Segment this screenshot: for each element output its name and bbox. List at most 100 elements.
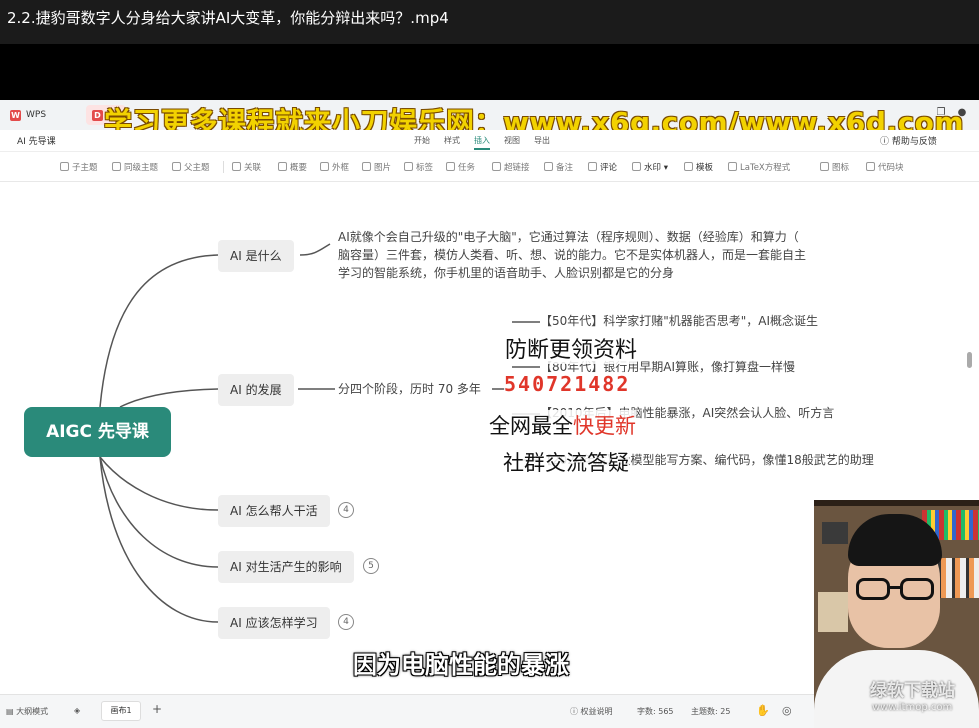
insert-toolbar: 子主题 同级主题 父主题 关联 概要 外框 图片 标签 任务 超链接 备注 评论… bbox=[0, 152, 979, 182]
toolbar-label: 模板 bbox=[696, 163, 714, 173]
toolbar-label: 水印 bbox=[644, 163, 662, 173]
toolbar-watermark[interactable]: 水印 ▾ bbox=[632, 161, 668, 173]
toolbar-task[interactable]: 任务 bbox=[446, 161, 475, 173]
info-icon: ⓘ bbox=[570, 707, 581, 716]
toolbar-label: 概要 bbox=[290, 163, 308, 173]
collapsed-count-badge[interactable]: 4 bbox=[338, 502, 354, 518]
toolbar-parent-topic[interactable]: 父主题 bbox=[172, 161, 210, 173]
toolbar-label: 标签 bbox=[416, 163, 434, 173]
canvas-scrollbar[interactable] bbox=[967, 352, 972, 368]
comment-icon bbox=[588, 162, 597, 171]
menu-bar: AI 先导课 开始 样式 插入 视图 导出 ⓘ 帮助与反馈 bbox=[0, 130, 979, 152]
frame-image bbox=[822, 522, 848, 544]
toolbar-label: 关联 bbox=[244, 163, 262, 173]
subtopic-icon bbox=[60, 162, 69, 171]
outline-mode-button[interactable]: ▤ 大纲模式 bbox=[6, 706, 48, 717]
promo-qq-number: 540721482 bbox=[504, 372, 631, 396]
collapsed-count-badge[interactable]: 4 bbox=[338, 614, 354, 630]
toolbar-note[interactable]: 备注 bbox=[544, 161, 573, 173]
download-site-logo: 绿软下载站 bbox=[870, 681, 955, 701]
add-sheet-button[interactable]: + bbox=[152, 702, 162, 716]
document-icon: D bbox=[92, 110, 103, 121]
summary-icon bbox=[278, 162, 287, 171]
tag-icon bbox=[404, 162, 413, 171]
glasses-right-lens bbox=[900, 578, 934, 600]
topic-how-to-learn[interactable]: AI 应该怎样学习 bbox=[218, 607, 330, 639]
toolbar-template[interactable]: 模板 bbox=[684, 161, 713, 173]
hand-tool-icon[interactable]: ✋ bbox=[756, 704, 770, 717]
sheet-tab[interactable]: 画布1 bbox=[101, 701, 141, 721]
toolbar-boundary[interactable]: 外框 bbox=[320, 161, 349, 173]
topic-count-value: 25 bbox=[720, 707, 731, 716]
image-icon bbox=[362, 162, 371, 171]
video-title: 2.2.捷豹哥数字人分身给大家讲AI大变革，你能分辩出来吗？.mp4 bbox=[0, 0, 979, 44]
toolbar-label: 任务 bbox=[458, 163, 476, 173]
word-count-value: 565 bbox=[658, 707, 674, 716]
topic-count: 主题数: 25 bbox=[691, 706, 730, 717]
toolbar-label: 图标 bbox=[832, 163, 850, 173]
download-site-url: www.itmop.com bbox=[872, 702, 953, 713]
toolbar-tag[interactable]: 标签 bbox=[404, 161, 433, 173]
link-icon bbox=[492, 162, 501, 171]
word-count: 字数: 565 bbox=[637, 706, 674, 717]
topic-how-ai-helps[interactable]: AI 怎么帮人干活 bbox=[218, 495, 330, 527]
toolbar-label: 超链接 bbox=[504, 163, 530, 173]
outline-icon: ▤ bbox=[6, 707, 17, 716]
topic-ai-development[interactable]: AI 的发展 bbox=[218, 374, 294, 406]
parent-topic-icon bbox=[172, 162, 181, 171]
detail-line: AI就像个会自己升级的"电子大脑"，它通过算法（程序规则）、数据（经验库）和算力… bbox=[338, 230, 799, 244]
glasses-left-lens bbox=[856, 578, 890, 600]
toolbar-sibling-topic[interactable]: 同级主题 bbox=[112, 161, 158, 173]
toolbar-divider bbox=[223, 161, 224, 173]
detail-line: 脑容量）三件套，模仿人类看、听、想、说的能力。它不是实体机器人，而是一套能自主 bbox=[338, 248, 807, 262]
toolbar-summary[interactable]: 概要 bbox=[278, 161, 307, 173]
layers-icon[interactable]: ◈ bbox=[74, 706, 80, 715]
topic-stage-1950s[interactable]: 【50年代】科学家打赌"机器能否思考"，AI概念诞生 bbox=[540, 312, 818, 330]
help-label: 帮助与反馈 bbox=[891, 137, 937, 147]
topic-development-summary[interactable]: 分四个阶段，历时 70 多年 bbox=[338, 380, 481, 398]
root-topic[interactable]: AIGC 先导课 bbox=[24, 407, 171, 457]
connector-development bbox=[119, 388, 219, 408]
menu-export[interactable]: 导出 bbox=[534, 135, 550, 146]
note-icon bbox=[544, 162, 553, 171]
task-icon bbox=[446, 162, 455, 171]
toolbar-code-block[interactable]: 代码块 bbox=[866, 161, 904, 173]
toolbar-label: 同级主题 bbox=[124, 163, 159, 173]
toolbar-image[interactable]: 图片 bbox=[362, 161, 391, 173]
glasses-bridge bbox=[890, 586, 900, 589]
collapsed-count-badge[interactable]: 5 bbox=[363, 558, 379, 574]
toolbar-label: LaTeX方程式 bbox=[740, 163, 791, 173]
topic-what-is-ai[interactable]: AI 是什么 bbox=[218, 240, 294, 272]
code-icon bbox=[866, 162, 875, 171]
latex-icon bbox=[728, 162, 737, 171]
help-feedback-button[interactable]: ⓘ 帮助与反馈 bbox=[880, 134, 937, 147]
toolbar-comment[interactable]: 评论 bbox=[588, 161, 617, 173]
topic-what-is-ai-detail[interactable]: AI就像个会自己升级的"电子大脑"，它通过算法（程序规则）、数据（经验库）和算力… bbox=[338, 228, 806, 282]
topic-ai-impact[interactable]: AI 对生活产生的影响 bbox=[218, 551, 354, 583]
promo-line-updates: 全网最全快更新 bbox=[489, 410, 636, 440]
toolbar-hyperlink[interactable]: 超链接 bbox=[492, 161, 530, 173]
connector-help bbox=[99, 456, 219, 511]
locate-icon[interactable]: ◎ bbox=[782, 704, 792, 717]
toolbar-label: 父主题 bbox=[184, 163, 210, 173]
menu-view[interactable]: 视图 bbox=[504, 135, 520, 146]
menu-start[interactable]: 开始 bbox=[414, 135, 430, 146]
menu-style[interactable]: 样式 bbox=[444, 135, 460, 146]
connector-leaf-what bbox=[299, 243, 331, 256]
relation-icon bbox=[232, 162, 241, 171]
toolbar-latex[interactable]: LaTeX方程式 bbox=[728, 161, 790, 173]
tab-wps-office[interactable]: W WPS Office bbox=[4, 105, 80, 140]
connector-impact bbox=[99, 456, 219, 568]
topic-count-label: 主题数: bbox=[691, 707, 718, 716]
watermark-icon bbox=[632, 162, 641, 171]
toolbar-subtopic[interactable]: 子主题 bbox=[60, 161, 98, 173]
toolbar-label: 备注 bbox=[556, 163, 574, 173]
letterbox-band bbox=[0, 44, 979, 100]
toolbar-relation[interactable]: 关联 bbox=[232, 161, 261, 173]
toolbar-label: 评论 bbox=[600, 163, 618, 173]
promo-line-community: 社群交流答疑 bbox=[503, 447, 629, 477]
rights-info-link[interactable]: ⓘ 权益说明 bbox=[570, 706, 613, 717]
rights-label: 权益说明 bbox=[580, 707, 613, 716]
toolbar-icon[interactable]: 图标 bbox=[820, 161, 849, 173]
menu-insert[interactable]: 插入 bbox=[474, 135, 490, 150]
